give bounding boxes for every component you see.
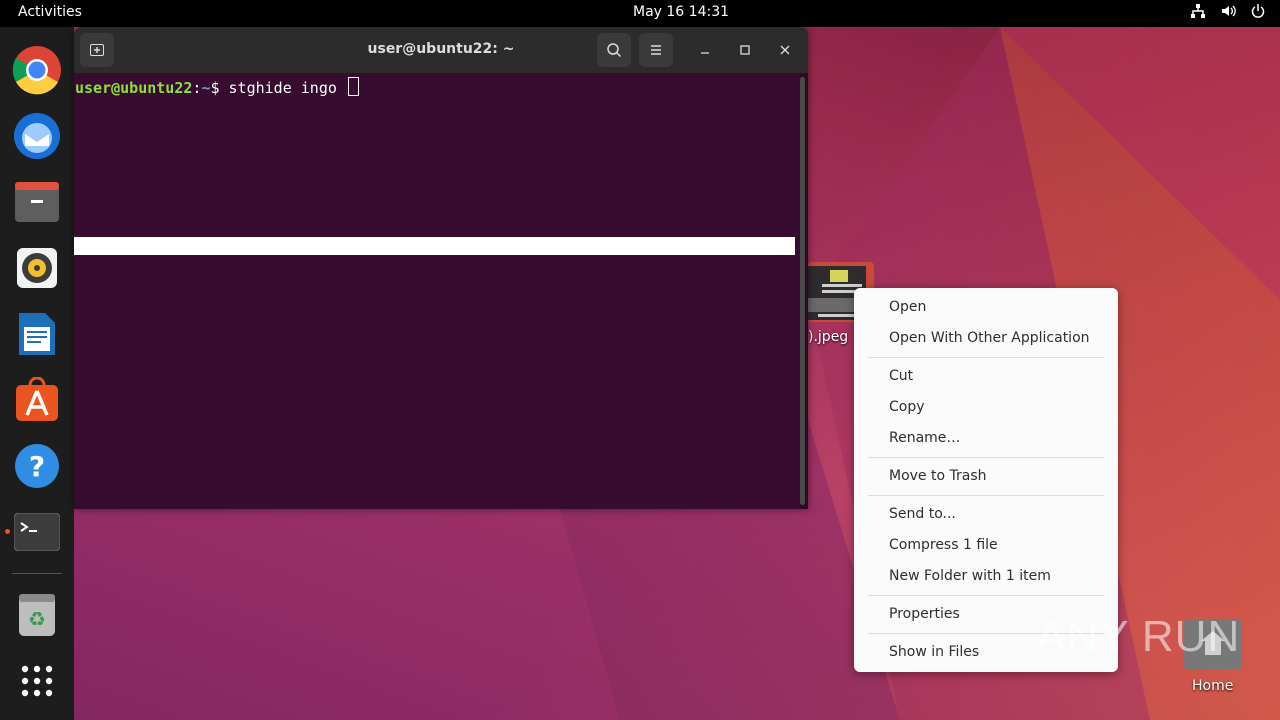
menu-item-move-to-trash[interactable]: Move to Trash bbox=[889, 468, 987, 484]
menu-item-show-in-files[interactable]: Show in Files bbox=[889, 644, 979, 660]
app-center-icon[interactable] bbox=[11, 374, 63, 426]
typed-command: stghide ingo bbox=[228, 79, 346, 97]
power-icon[interactable] bbox=[1250, 3, 1266, 19]
libreoffice-writer-icon[interactable] bbox=[11, 308, 63, 360]
rhythmbox-icon[interactable] bbox=[11, 242, 63, 294]
search-button[interactable] bbox=[597, 33, 631, 67]
menu-item-cut[interactable]: Cut bbox=[889, 368, 913, 384]
desktop-file-label[interactable]: ).jpeg bbox=[808, 329, 848, 345]
chrome-icon[interactable] bbox=[11, 44, 63, 96]
menu-item-new-folder[interactable]: New Folder with 1 item bbox=[889, 568, 1051, 584]
menu-button[interactable] bbox=[639, 33, 673, 67]
top-bar: Activities May 16 14:31 bbox=[0, 0, 1280, 27]
menu-separator bbox=[868, 457, 1104, 458]
text-cursor bbox=[347, 77, 359, 96]
clock[interactable]: May 16 14:31 bbox=[633, 4, 729, 20]
activities-button[interactable]: Activities bbox=[18, 4, 82, 20]
close-icon bbox=[780, 45, 790, 55]
terminal-output[interactable]: user@ubuntu22:~$ stghide ingo bbox=[74, 73, 800, 509]
maximize-button[interactable] bbox=[734, 39, 756, 61]
maximize-icon bbox=[740, 45, 750, 55]
terminal-headerbar[interactable]: user@ubuntu22: ~ bbox=[74, 27, 808, 73]
menu-item-rename[interactable]: Rename… bbox=[889, 430, 960, 446]
prompt-line: user@ubuntu22:~$ stghide ingo bbox=[75, 77, 359, 97]
help-icon[interactable]: ? bbox=[11, 440, 63, 492]
terminal-window[interactable]: user@ubuntu22: ~ user@ubuntu22:~$ stghid… bbox=[74, 27, 808, 509]
menu-separator bbox=[868, 357, 1104, 358]
thunderbird-icon[interactable] bbox=[11, 110, 63, 162]
menu-item-open-with[interactable]: Open With Other Application bbox=[889, 330, 1090, 346]
menu-item-copy[interactable]: Copy bbox=[889, 399, 925, 415]
selection-bar bbox=[74, 237, 795, 255]
menu-separator bbox=[868, 495, 1104, 496]
prompt-user: user@ubuntu22 bbox=[75, 79, 193, 97]
trash-icon[interactable]: ♻ bbox=[11, 589, 63, 641]
minimize-button[interactable] bbox=[694, 39, 716, 61]
show-apps-icon[interactable] bbox=[11, 655, 63, 707]
prompt-symbol: $ bbox=[210, 79, 229, 97]
running-indicator bbox=[5, 529, 10, 534]
close-button[interactable] bbox=[774, 39, 796, 61]
svg-text:♻: ♻ bbox=[28, 607, 46, 631]
home-folder-label[interactable]: Home bbox=[1192, 678, 1233, 694]
network-icon[interactable] bbox=[1190, 3, 1206, 19]
system-tray[interactable] bbox=[1190, 3, 1266, 19]
hamburger-icon bbox=[651, 45, 661, 55]
anyrun-watermark: ANY RUN bbox=[1036, 612, 1241, 661]
search-icon bbox=[607, 43, 622, 58]
menu-item-send-to[interactable]: Send to... bbox=[889, 506, 956, 522]
menu-item-properties[interactable]: Properties bbox=[889, 606, 960, 622]
dock-separator bbox=[12, 573, 62, 574]
files-icon[interactable] bbox=[11, 176, 63, 228]
minimize-icon bbox=[701, 52, 709, 54]
menu-separator bbox=[868, 595, 1104, 596]
terminal-icon[interactable] bbox=[11, 506, 63, 558]
svg-text:?: ? bbox=[29, 450, 45, 483]
menu-item-open[interactable]: Open bbox=[889, 299, 926, 315]
dock: ? ♻ bbox=[0, 27, 74, 720]
volume-icon[interactable] bbox=[1220, 3, 1236, 19]
menu-item-compress[interactable]: Compress 1 file bbox=[889, 537, 998, 553]
terminal-scrollbar[interactable] bbox=[800, 77, 805, 505]
